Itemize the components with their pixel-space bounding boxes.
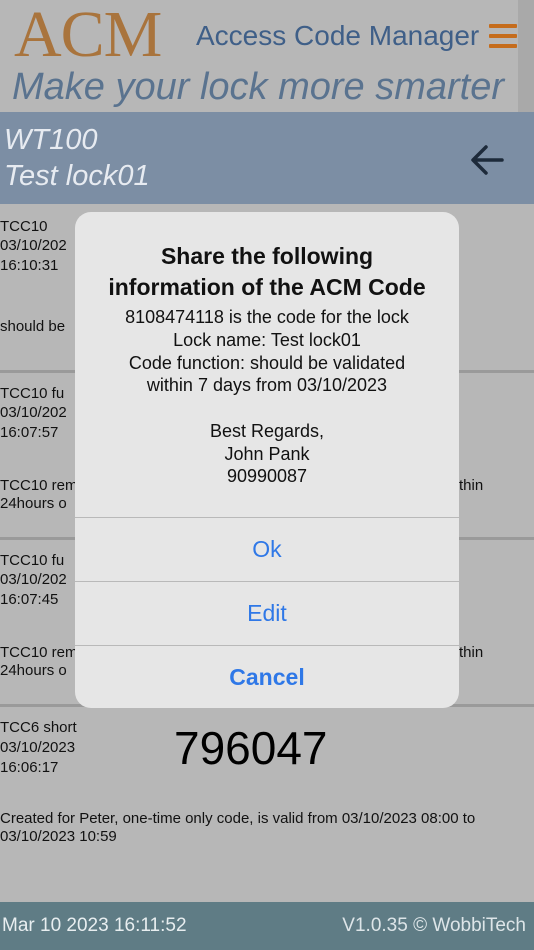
- dialog-message-line: 90990087: [226, 466, 308, 486]
- code-description: 03/10/2023 10:59: [0, 828, 117, 845]
- dialog-message-line: John Pank: [224, 444, 310, 464]
- cancel-button[interactable]: Cancel: [75, 646, 459, 708]
- footer-datetime: Mar 10 2023 16:11:52: [2, 915, 187, 936]
- dialog-title-line: information of the ACM Code: [108, 274, 426, 300]
- dialog-message-line: Code function: should be validated: [128, 353, 406, 373]
- app-title: Access Code Manager: [196, 20, 480, 51]
- code-description: TCC10 rem: [0, 477, 78, 494]
- dialog-title-line: Share the following: [160, 243, 374, 269]
- app-header: ACM Access Code Manager Make your lock m…: [0, 0, 534, 112]
- dialog-message-line: Best Regards,: [209, 421, 325, 441]
- lock-model: WT100: [4, 124, 98, 156]
- share-dialog: Share the following information of the A…: [75, 212, 459, 708]
- dialog-message-line: within 7 days from 03/10/2023: [146, 375, 388, 395]
- lock-name: Test lock01: [4, 160, 150, 192]
- header-edge: [518, 0, 534, 112]
- arrow-left-icon[interactable]: [468, 140, 508, 180]
- code-description: TCC10 rem: [0, 644, 78, 661]
- code-description: 24hours o: [0, 495, 67, 512]
- code-name[interactable]: TCC10 fu: [0, 384, 64, 403]
- code-date: 03/10/202: [0, 237, 67, 254]
- dialog-title: Share the following information of the A…: [75, 241, 459, 303]
- code-time: 16:10:31: [0, 257, 59, 274]
- dialog-message-line: 8108474118 is the code for the lock: [125, 307, 409, 327]
- code-date: 03/10/202: [0, 404, 67, 421]
- app-tagline: Make your lock more smarter: [12, 66, 505, 108]
- edit-button[interactable]: Edit: [75, 582, 459, 645]
- app-logo: ACM: [14, 0, 162, 71]
- code-name[interactable]: TCC10 fu: [0, 551, 64, 570]
- code-name[interactable]: TCC6 short: [0, 718, 77, 737]
- code-description-tail: thin: [459, 477, 484, 494]
- hamburger-menu-icon[interactable]: [489, 24, 517, 48]
- code-name[interactable]: TCC10: [0, 217, 48, 236]
- code-date: 03/10/202: [0, 571, 67, 588]
- ok-button[interactable]: Ok: [75, 518, 459, 581]
- code-date: 03/10/2023: [0, 739, 76, 756]
- lock-info-bar: WT100 Test lock01: [0, 112, 534, 204]
- code-time: 16:06:17: [0, 759, 59, 776]
- code-description: 24hours o: [0, 662, 67, 679]
- dialog-message-line: Lock name: Test lock01: [173, 330, 361, 350]
- footer-version: V1.0.35 © WobbiTech: [342, 915, 526, 936]
- code-description-tail: thin: [459, 644, 484, 661]
- code-time: 16:07:57: [0, 424, 59, 441]
- code-description: Created for Peter, one-time only code, i…: [0, 810, 476, 827]
- code-time: 16:07:45: [0, 591, 59, 608]
- access-code-value: 796047: [174, 722, 328, 774]
- code-description: should be: [0, 318, 66, 335]
